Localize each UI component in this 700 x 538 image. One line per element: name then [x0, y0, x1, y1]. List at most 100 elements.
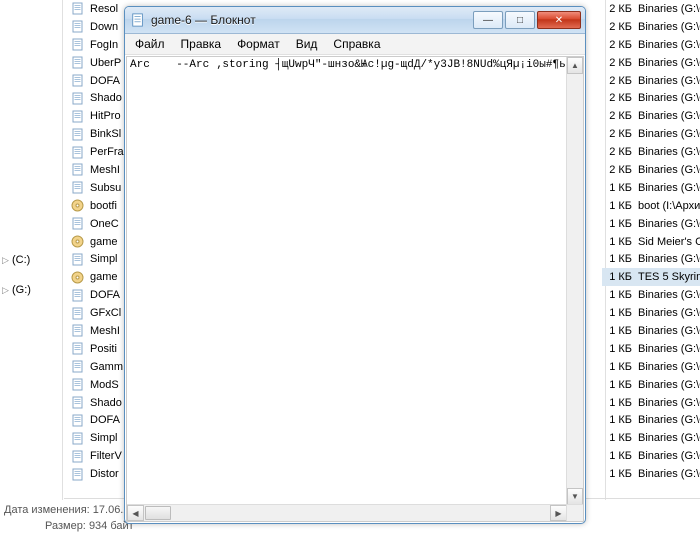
menu-item[interactable]: Вид — [288, 35, 326, 53]
drive-item[interactable]: ▷(C:) — [2, 254, 62, 266]
file-icon — [71, 253, 84, 266]
file-icon — [71, 199, 84, 212]
file-icon — [71, 450, 84, 463]
file-location: Binaries (G:\G — [638, 397, 700, 409]
scroll-left-button[interactable]: ◀ — [127, 505, 144, 521]
close-button[interactable]: ✕ — [537, 11, 581, 29]
file-name: Shado — [90, 92, 122, 104]
file-size: 1 КБ — [602, 414, 638, 426]
expand-icon: ▷ — [2, 255, 12, 266]
file-icon — [71, 271, 84, 284]
maximize-button[interactable]: □ — [505, 11, 535, 29]
file-name: PerFra — [90, 146, 124, 158]
file-location: Binaries (G:\G — [638, 218, 700, 230]
file-icon — [71, 468, 84, 481]
file-size: 2 КБ — [602, 3, 638, 15]
file-size: 2 КБ — [602, 39, 638, 51]
drive-item[interactable]: ▷(G:) — [2, 284, 62, 296]
file-meta: 1 КБBinaries (G:\G — [602, 465, 700, 483]
file-size: 1 КБ — [602, 236, 638, 248]
file-icon — [71, 235, 84, 248]
file-size: 2 КБ — [602, 110, 638, 122]
file-meta: 2 КБBinaries (G:\G — [602, 89, 700, 107]
text-area[interactable]: Arc --Arc ‚storing ┤щUwрЧ"-шнзо&Ѩс!µg-щd… — [127, 57, 567, 505]
file-location: Binaries (G:\G — [638, 21, 700, 33]
file-size: 2 КБ — [602, 164, 638, 176]
file-name: BinkSl — [90, 128, 121, 140]
file-meta: 2 КБBinaries (G:\G — [602, 125, 700, 143]
menu-item[interactable]: Формат — [229, 35, 288, 53]
file-name: game — [90, 271, 118, 283]
text-area-container: Arc --Arc ‚storing ┤щUwрЧ"-шнзо&Ѩс!µg-щd… — [126, 56, 584, 522]
scroll-corner — [566, 504, 583, 521]
file-meta: 2 КБBinaries (G:\G — [602, 161, 700, 179]
file-name: Simpl — [90, 432, 118, 444]
file-icon — [71, 414, 84, 427]
horizontal-scrollbar[interactable]: ◀ ▶ — [127, 504, 567, 521]
file-meta: 1 КБBinaries (G:\G — [602, 358, 700, 376]
file-icon — [71, 2, 84, 15]
menu-bar[interactable]: ФайлПравкаФорматВидСправка — [125, 34, 585, 55]
file-icon — [71, 181, 84, 194]
scroll-up-button[interactable]: ▲ — [567, 57, 583, 74]
file-name: game — [90, 236, 118, 248]
file-meta: 1 КБBinaries (G:\G — [602, 286, 700, 304]
file-meta: 1 КБBinaries (G:\G — [602, 215, 700, 233]
file-location: Binaries (G:\G — [638, 450, 700, 462]
file-name: Subsu — [90, 182, 121, 194]
status-date: Дата изменения: 17.06.20 — [4, 504, 136, 516]
file-name: FogIn — [90, 39, 118, 51]
file-location: TES 5 Skyrim в — [638, 271, 700, 283]
scroll-down-button[interactable]: ▼ — [567, 488, 583, 505]
file-location: Binaries (G:\G — [638, 128, 700, 140]
file-location: Binaries (G:\G — [638, 75, 700, 87]
file-meta: 1 КБBinaries (G:\G — [602, 429, 700, 447]
file-location: Binaries (G:\G — [638, 432, 700, 444]
vertical-scrollbar[interactable]: ▲ ▼ — [566, 57, 583, 505]
file-icon — [71, 217, 84, 230]
menu-item[interactable]: Справка — [325, 35, 388, 53]
file-size: 1 КБ — [602, 361, 638, 373]
file-name: DOFA — [90, 289, 120, 301]
file-name: MeshI — [90, 325, 120, 337]
titlebar[interactable]: game-6 — Блокнот — □ ✕ — [125, 7, 585, 34]
file-name: HitPro — [90, 110, 121, 122]
menu-item[interactable]: Файл — [127, 35, 173, 53]
file-name: Resol — [90, 3, 118, 15]
menu-item[interactable]: Правка — [173, 35, 230, 53]
file-meta: 2 КБBinaries (G:\G — [602, 18, 700, 36]
file-size: 1 КБ — [602, 432, 638, 444]
file-icon — [71, 56, 84, 69]
file-icon — [71, 38, 84, 51]
file-meta: 2 КБBinaries (G:\G — [602, 0, 700, 18]
file-location: Binaries (G:\G — [638, 289, 700, 301]
file-size: 2 КБ — [602, 146, 638, 158]
file-columns: 2 КБBinaries (G:\G2 КБBinaries (G:\G2 КБ… — [602, 0, 700, 500]
file-icon — [71, 378, 84, 391]
file-size: 1 КБ — [602, 182, 638, 194]
file-name: OneC — [90, 218, 119, 230]
file-size: 1 КБ — [602, 397, 638, 409]
file-location: Sid Meier's Ci — [638, 236, 700, 248]
file-name: DOFA — [90, 75, 120, 87]
scroll-thumb[interactable] — [145, 506, 171, 520]
file-name: MeshI — [90, 164, 120, 176]
file-name: bootfi — [90, 200, 117, 212]
file-meta: 1 КБBinaries (G:\G — [602, 340, 700, 358]
file-icon — [71, 20, 84, 33]
file-name: DOFA — [90, 414, 120, 426]
file-size: 1 КБ — [602, 200, 638, 212]
scroll-right-button[interactable]: ▶ — [550, 505, 567, 521]
file-icon — [71, 396, 84, 409]
file-icon — [71, 324, 84, 337]
file-size: 1 КБ — [602, 271, 638, 283]
file-icon — [71, 289, 84, 302]
file-meta: 1 КБBinaries (G:\G — [602, 394, 700, 412]
file-size: 1 КБ — [602, 325, 638, 337]
minimize-button[interactable]: — — [473, 11, 503, 29]
file-location: Binaries (G:\G — [638, 253, 700, 265]
file-size: 1 КБ — [602, 218, 638, 230]
file-icon — [71, 146, 84, 159]
file-name: Positi — [90, 343, 117, 355]
file-icon — [71, 342, 84, 355]
